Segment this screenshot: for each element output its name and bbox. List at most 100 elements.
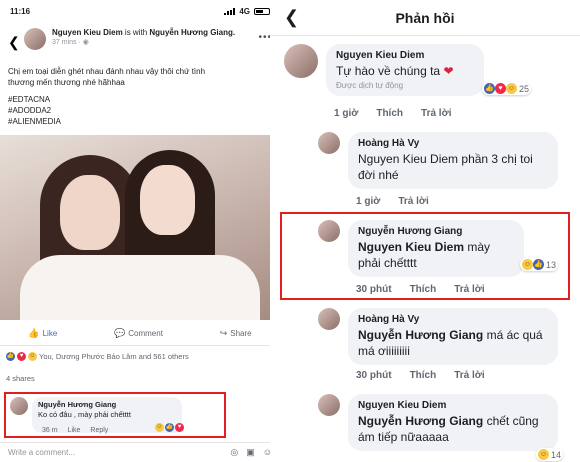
post-line: thương mến thương nhé hãhhaa xyxy=(8,78,125,87)
comment-time: 36 m xyxy=(42,427,58,434)
share-icon: ↪ xyxy=(219,328,228,338)
post-body: Chị em toại diễn ghét nhau đánh nhau vậy… xyxy=(0,62,280,132)
status-bar: 11:16 4G xyxy=(0,0,280,22)
page-title: Phản hồi xyxy=(395,9,455,26)
heart-emoji-icon: ❤ xyxy=(443,64,454,78)
comment-bubble[interactable]: Nguyen Kieu Diem Tự hào về chúng ta ❤ Đư… xyxy=(326,44,484,96)
comment-mention[interactable]: Nguyễn Hương Giang xyxy=(358,414,483,428)
haha-reaction-icon: ☺ xyxy=(28,351,37,361)
comment-bubble[interactable]: Nguyễn Hương Giang Nguyen Kieu Diem mày … xyxy=(348,220,524,277)
share-button[interactable]: ↪ Share xyxy=(220,328,252,339)
reply-item: Nguyen Kieu Diem Tự hào về chúng ta ❤ Đư… xyxy=(284,44,484,96)
comment-reaction-count[interactable]: ☺ 14 xyxy=(536,448,564,461)
reactions-summary[interactable]: 👍 ♥ ☺ You, Dương Phước Bảo Lâm and 561 o… xyxy=(6,348,189,364)
back-arrow-icon[interactable]: ❮ xyxy=(8,34,24,51)
comment-mention[interactable]: Nguyen Kieu Diem xyxy=(358,152,458,166)
hashtag-link[interactable]: #ALIENMEDIA xyxy=(8,116,272,127)
comment-meta: 30 phút Thích Trả lời xyxy=(356,284,485,295)
post-photo[interactable] xyxy=(0,135,280,320)
love-reaction-icon: ♥ xyxy=(495,83,506,94)
avatar[interactable] xyxy=(24,28,46,50)
avatar[interactable] xyxy=(318,394,340,416)
comment-author[interactable]: Hoàng Hà Vy xyxy=(358,314,548,325)
comment-like-button[interactable]: Thích xyxy=(376,108,403,119)
comment-meta: 36 m Like Reply xyxy=(42,427,108,434)
comment-bubble[interactable]: Nguyen Kieu Diem Nguyễn Hương Giang chết… xyxy=(348,394,558,451)
status-time: 11:16 xyxy=(10,6,31,16)
reply-item: Hoàng Hà Vy Nguyen Kieu Diem phần 3 chị … xyxy=(318,132,558,189)
comment-meta: 30 phút Thích Trả lời xyxy=(356,370,485,381)
comment-author[interactable]: Nguyen Kieu Diem xyxy=(336,50,474,61)
auto-translate-label[interactable]: Được dịch tự động xyxy=(336,81,474,90)
comment-author[interactable]: Hoàng Hà Vy xyxy=(358,138,548,149)
write-comment-placeholder[interactable]: Write a comment... xyxy=(8,448,75,457)
avatar[interactable] xyxy=(318,308,340,330)
post-header: ❮ Nguyen Kieu Diem is with Nguyễn Hương … xyxy=(0,22,280,62)
comment-like-button[interactable]: Thích xyxy=(410,370,437,381)
comment-composer[interactable]: Write a comment... ◎ ▣ ☺ xyxy=(0,442,280,462)
comment-like-button[interactable]: Like xyxy=(68,427,81,434)
reply-item: Hoàng Hà Vy Nguyễn Hương Giang má ác quá… xyxy=(318,308,558,365)
back-arrow-icon[interactable]: ❮ xyxy=(284,7,299,28)
avatar[interactable] xyxy=(318,220,340,242)
comment-author[interactable]: Nguyễn Hương Giang xyxy=(358,226,514,237)
comment-reaction-count[interactable]: 👍 ♥ ☺ 25 xyxy=(482,82,532,95)
like-reaction-icon: 👍 xyxy=(484,83,495,94)
comment-time: 1 giờ xyxy=(334,108,359,119)
network-type: 4G xyxy=(239,6,250,16)
replies-header: ❮ Phản hồi xyxy=(270,0,580,36)
post-with-text: is with xyxy=(124,28,148,37)
post-time: 37 mins xyxy=(52,39,77,46)
like-button[interactable]: 👍 Like xyxy=(28,328,57,339)
comment-reply-button[interactable]: Trả lời xyxy=(454,370,484,381)
avatar[interactable] xyxy=(284,44,318,78)
haha-reaction-icon: ☺ xyxy=(506,83,517,94)
comment-bubble[interactable]: Hoàng Hà Vy Nguyễn Hương Giang má ác quá… xyxy=(348,308,558,365)
comment-mention[interactable]: Nguyen Kieu Diem xyxy=(358,240,464,254)
love-reaction-icon: ♥ xyxy=(175,423,184,432)
globe-icon: ◉ xyxy=(82,39,89,46)
comment-like-button[interactable]: Thích xyxy=(410,284,437,295)
like-reaction-icon: 👍 xyxy=(6,351,15,361)
hashtag-link[interactable]: #EDTACNA xyxy=(8,94,272,105)
comment-button[interactable]: 💬 Comment xyxy=(114,328,163,339)
comment-bubble[interactable]: Hoàng Hà Vy Nguyen Kieu Diem phần 3 chị … xyxy=(348,132,558,189)
comment-time: 30 phút xyxy=(356,370,392,381)
avatar[interactable] xyxy=(318,132,340,154)
hashtag-link[interactable]: #ADODDA2 xyxy=(8,105,272,116)
comment-reply-button[interactable]: Trả lời xyxy=(454,284,484,295)
post-tagged[interactable]: Nguyễn Hương Giang. xyxy=(149,28,235,37)
haha-reaction-icon: ☺ xyxy=(538,449,549,460)
camera-icon[interactable]: ◎ xyxy=(230,447,238,458)
post-author[interactable]: Nguyen Kieu Diem xyxy=(52,28,123,37)
comment-reply-button[interactable]: Trả lời xyxy=(421,108,451,119)
highlighted-comment: Nguyễn Hương Giang Ko có đâu , mày phải … xyxy=(4,392,226,438)
haha-reaction-icon: ☺ xyxy=(155,423,164,432)
comment-mention[interactable]: Nguyễn Hương Giang xyxy=(358,328,483,342)
comment-icon: 💬 xyxy=(114,328,126,338)
post-line: Chị em toại diễn ghét nhau đánh nhau vậy… xyxy=(8,67,206,76)
comment-reply-button[interactable]: Reply xyxy=(90,427,108,434)
left-phone-screen: 11:16 4G ❮ Nguyen Kieu Diem is with Nguy… xyxy=(0,0,280,462)
comment-reply-button[interactable]: Trả lời xyxy=(398,196,428,207)
comment-text: Ko có đâu , mày phải chếtttt xyxy=(38,410,131,419)
post-actions-bar: 👍 Like 💬 Comment ↪ Share xyxy=(0,322,280,346)
gif-icon[interactable]: ▣ xyxy=(246,447,255,458)
reply-item: Nguyễn Hương Giang Nguyen Kieu Diem mày … xyxy=(318,220,524,277)
reactions-text: You, Dương Phước Bảo Lâm and 561 others xyxy=(39,351,189,361)
comment-reactions[interactable]: ☺ 👍 ♥ xyxy=(155,423,184,432)
comment-meta: 1 giờ Thích Trả lời xyxy=(334,108,451,119)
comment-text: Tự hào về chúng ta xyxy=(336,64,441,78)
like-reaction-icon: 👍 xyxy=(165,423,174,432)
love-reaction-icon: ♥ xyxy=(17,351,26,361)
thumbs-up-icon: 👍 xyxy=(28,328,40,338)
comment-author[interactable]: Nguyen Kieu Diem xyxy=(358,400,548,411)
comment-time: 30 phút xyxy=(356,284,392,295)
comment-author[interactable]: Nguyễn Hương Giang xyxy=(38,400,116,409)
avatar[interactable] xyxy=(10,397,28,415)
comment-reaction-count[interactable]: ☺ 👍 13 xyxy=(520,258,559,271)
comment-time: 1 giờ xyxy=(356,196,381,207)
shares-count[interactable]: 4 shares xyxy=(6,374,35,383)
haha-reaction-icon: ☺ xyxy=(522,259,533,270)
post-author-block: Nguyen Kieu Diem is with Nguyễn Hương Gi… xyxy=(52,28,236,46)
